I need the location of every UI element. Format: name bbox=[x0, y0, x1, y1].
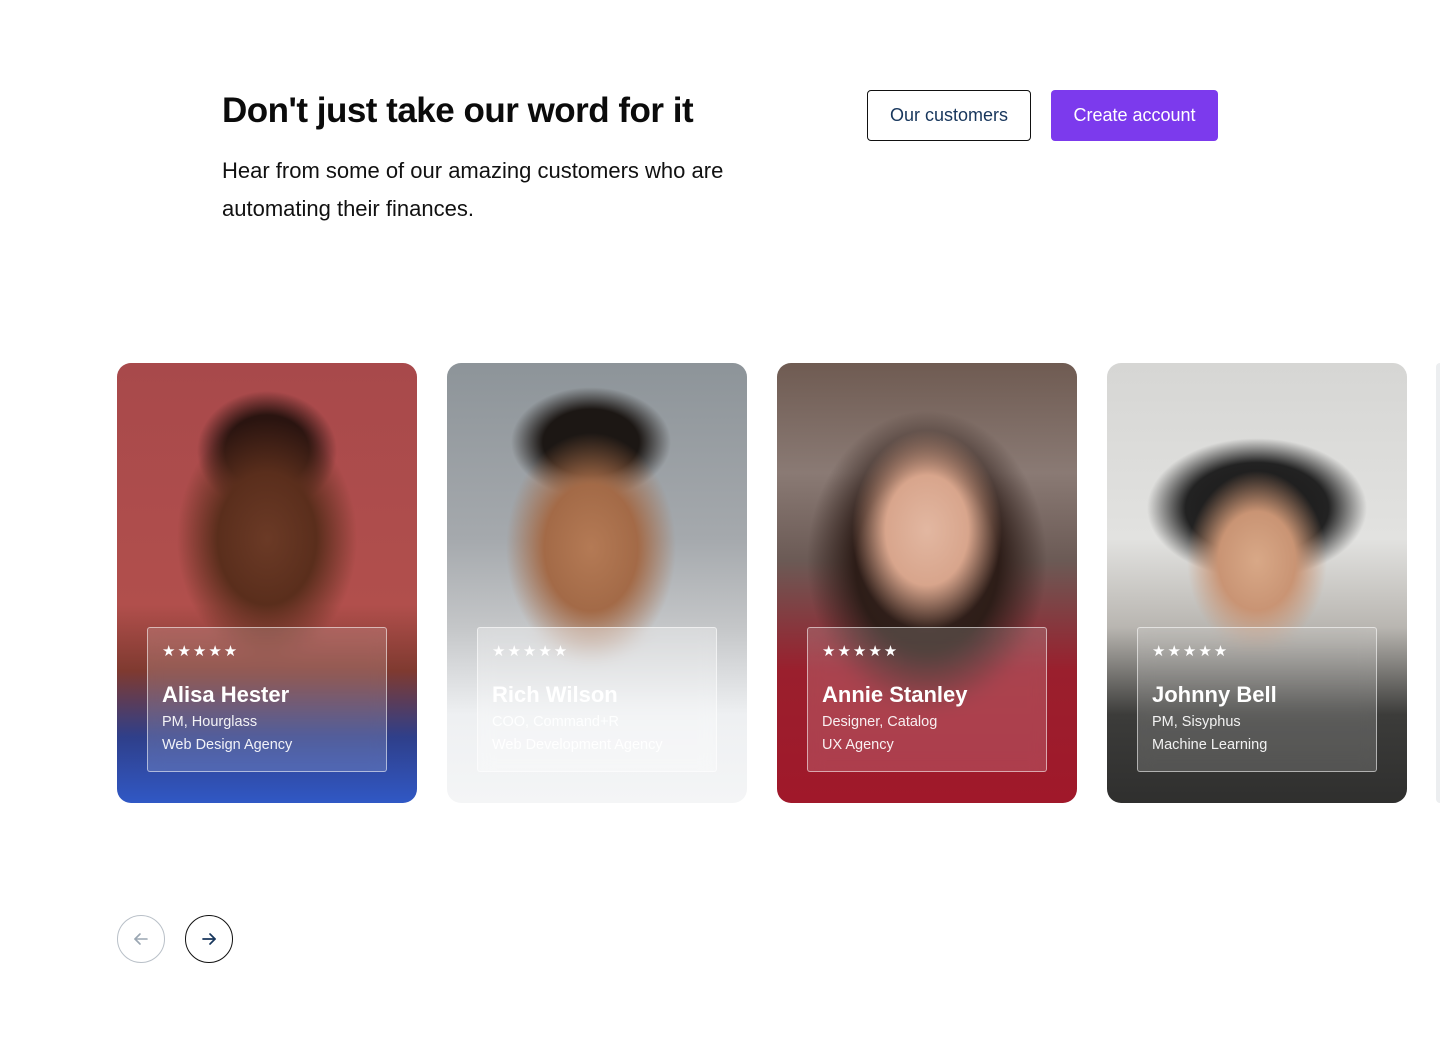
customer-name: Rich Wilson bbox=[492, 682, 618, 707]
testimonial-info: ★★★★★ Rich Wilson COO, Command+R Web Dev… bbox=[477, 627, 717, 772]
testimonial-info: ★★★★★ Alisa Hester PM, Hourglass Web Des… bbox=[147, 627, 387, 772]
star-rating: ★★★★★ bbox=[492, 643, 570, 660]
star-rating: ★★★★★ bbox=[1152, 643, 1230, 660]
section-subtitle: Hear from some of our amazing customers … bbox=[222, 158, 724, 221]
next-card-edge bbox=[1436, 363, 1440, 803]
customer-name: Johnny Bell bbox=[1152, 682, 1277, 707]
star-rating: ★★★★★ bbox=[822, 643, 900, 660]
customer-role: Designer, Catalog bbox=[822, 714, 938, 730]
carousel-prev-button[interactable] bbox=[117, 915, 165, 963]
customer-name: Alisa Hester bbox=[162, 682, 290, 707]
customer-role: PM, Hourglass bbox=[162, 714, 258, 730]
testimonial-info: ★★★★★ Johnny Bell PM, Sisyphus Machine L… bbox=[1137, 627, 1377, 772]
testimonials-section: Don't just take our word for it Hear fro… bbox=[0, 0, 1440, 1053]
testimonial-card[interactable]: ★★★★★ Alisa Hester PM, Hourglass Web Des… bbox=[117, 363, 417, 803]
customer-role: PM, Sisyphus bbox=[1152, 714, 1241, 730]
our-customers-button[interactable]: Our customers bbox=[867, 90, 1031, 141]
arrow-left-icon bbox=[133, 931, 149, 947]
arrow-right-icon bbox=[201, 931, 217, 947]
customer-company: Web Design Agency bbox=[162, 737, 293, 753]
customer-company: UX Agency bbox=[822, 737, 894, 753]
testimonial-card[interactable]: ★★★★★ Johnny Bell PM, Sisyphus Machine L… bbox=[1107, 363, 1407, 803]
testimonial-card[interactable]: ★★★★★ Annie Stanley Designer, Catalog UX… bbox=[777, 363, 1077, 803]
testimonial-info: ★★★★★ Annie Stanley Designer, Catalog UX… bbox=[807, 627, 1047, 772]
create-account-button[interactable]: Create account bbox=[1051, 90, 1218, 141]
carousel-next-button[interactable] bbox=[185, 915, 233, 963]
customer-company: Machine Learning bbox=[1152, 737, 1268, 753]
customer-role: COO, Command+R bbox=[492, 714, 619, 730]
star-rating: ★★★★★ bbox=[162, 643, 240, 660]
testimonial-card[interactable]: ★★★★★ Rich Wilson COO, Command+R Web Dev… bbox=[447, 363, 747, 803]
customer-company: Web Development Agency bbox=[492, 737, 663, 753]
customer-name: Annie Stanley bbox=[822, 682, 968, 707]
section-title: Don't just take our word for it bbox=[222, 91, 694, 130]
